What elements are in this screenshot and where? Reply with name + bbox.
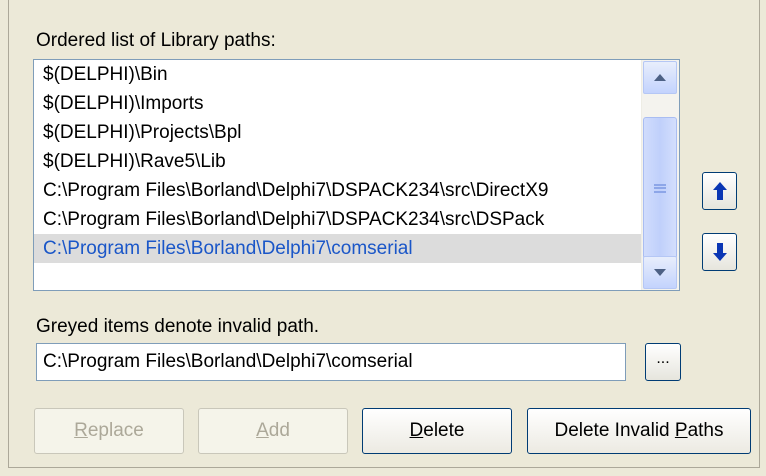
replace-accel: R <box>74 420 88 441</box>
move-up-button[interactable] <box>702 172 737 210</box>
delete-accel: D <box>409 420 424 441</box>
library-paths-items: $(DELPHI)\Bin $(DELPHI)\Imports $(DELPHI… <box>34 60 641 263</box>
replace-label: eplace <box>87 420 144 441</box>
list-item[interactable]: $(DELPHI)\Projects\Bpl <box>34 118 641 147</box>
library-paths-label: Ordered list of Library paths: <box>36 30 276 51</box>
delete-invalid-accel: P <box>674 420 688 441</box>
delete-invalid-label-rest: aths <box>687 420 724 441</box>
replace-button[interactable]: Replace <box>34 408 184 454</box>
add-button[interactable]: Add <box>198 408 348 454</box>
add-label: dd <box>268 420 290 441</box>
delete-invalid-label-pre: Delete Invalid <box>554 420 675 441</box>
list-item[interactable]: $(DELPHI)\Rave5\Lib <box>34 147 641 176</box>
move-down-button[interactable] <box>702 233 737 271</box>
grip-icon <box>654 183 666 193</box>
scroll-down-button[interactable] <box>643 256 677 289</box>
add-accel: A <box>256 420 269 441</box>
library-paths-listbox[interactable]: $(DELPHI)\Bin $(DELPHI)\Imports $(DELPHI… <box>33 59 680 291</box>
list-item[interactable]: C:\Program Files\Borland\Delphi7\DSPACK2… <box>34 176 641 205</box>
invalid-path-note: Greyed items denote invalid path. <box>36 316 320 337</box>
delete-label: elete <box>423 420 465 441</box>
list-item[interactable]: $(DELPHI)\Bin <box>34 60 641 89</box>
triangle-up-icon <box>654 74 666 81</box>
delete-button[interactable]: Delete <box>362 408 512 454</box>
arrow-up-icon <box>712 182 727 200</box>
list-item[interactable]: C:\Program Files\Borland\Delphi7\DSPACK2… <box>34 205 641 234</box>
vertical-scrollbar[interactable] <box>641 60 679 290</box>
scrollbar-thumb[interactable] <box>643 117 677 259</box>
delete-invalid-paths-button[interactable]: Delete Invalid Paths <box>527 408 751 454</box>
arrow-down-icon <box>712 243 727 261</box>
list-item-selected[interactable]: C:\Program Files\Borland\Delphi7\comseri… <box>34 234 641 263</box>
browse-button[interactable]: ... <box>645 343 681 381</box>
list-item[interactable]: $(DELPHI)\Imports <box>34 89 641 118</box>
triangle-down-icon <box>654 269 666 276</box>
scroll-up-button[interactable] <box>643 61 677 94</box>
path-input[interactable]: C:\Program Files\Borland\Delphi7\comseri… <box>36 343 626 381</box>
